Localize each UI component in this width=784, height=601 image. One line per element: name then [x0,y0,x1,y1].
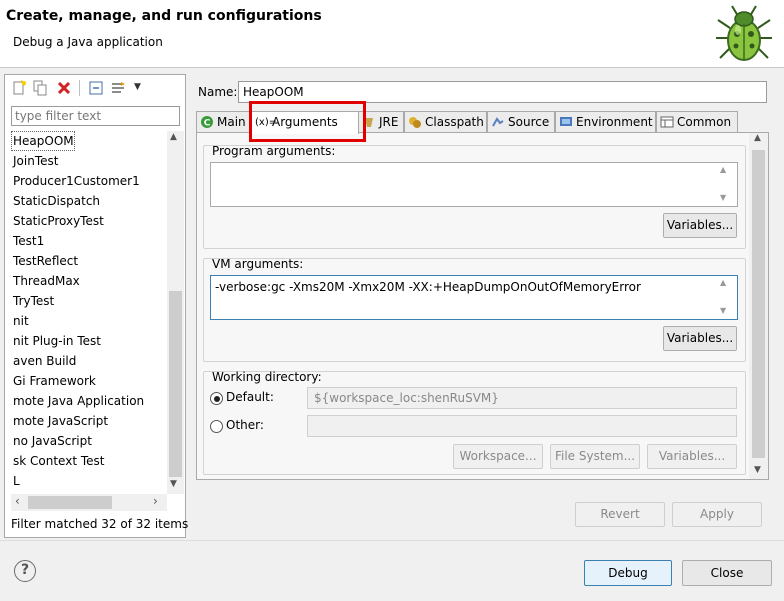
svg-text:C: C [204,119,211,129]
workspace-button[interactable]: Workspace... [453,444,543,469]
program-arguments-group: Program arguments: ▲ ▼ Variables... [203,144,746,249]
config-list-item[interactable]: HeapOOM [11,131,75,151]
close-button[interactable]: Close [682,560,772,586]
config-list-item[interactable]: Gi Framework [11,371,96,391]
config-list: HeapOOM JoinTest Producer1Customer1 StaticD… [11,131,167,492]
config-list-item[interactable]: StaticDispatch [11,191,100,211]
tab-common[interactable]: Common [656,111,738,133]
header-title: Create, manage, and run configurations [6,8,322,24]
config-list-item[interactable]: mote JavaScript [11,411,108,431]
scroll-up-icon[interactable]: ▲ [720,278,732,287]
scroll-down-icon[interactable]: ▼ [754,465,761,475]
scroll-down-icon[interactable]: ▼ [170,479,177,489]
program-variables-button[interactable]: Variables... [663,213,737,238]
environment-icon [559,115,573,129]
duplicate-icon[interactable] [32,80,48,96]
header-subtitle: Debug a Java application [13,35,163,49]
other-label: Other: [226,418,264,432]
tab-classpath[interactable]: Classpath [404,111,487,133]
directory-variables-button[interactable]: Variables... [647,444,737,469]
working-directory-label: Working directory: [212,370,322,384]
tab-environment[interactable]: Environment [555,111,656,133]
config-list-item[interactable]: Producer1Customer1 [11,171,140,191]
scroll-thumb[interactable] [752,150,765,458]
default-directory-field: ${workspace_loc:shenRuSVM} [307,387,737,409]
other-radio[interactable] [210,420,223,433]
scroll-right-icon[interactable]: › [153,494,158,508]
name-field[interactable] [238,81,767,103]
default-radio[interactable] [210,392,223,405]
tab-label: Common [677,115,732,129]
collapse-all-icon[interactable] [88,80,104,96]
bug-icon [712,2,776,66]
classpath-icon [408,115,422,129]
scroll-thumb[interactable] [169,291,182,477]
config-list-item[interactable]: nit [11,311,29,331]
config-list-item[interactable]: nit Plug-in Test [11,331,101,351]
vm-variables-button[interactable]: Variables... [663,326,737,351]
config-list-item[interactable]: ThreadMax [11,271,80,291]
annotation-highlight [249,101,366,142]
scroll-left-icon[interactable]: ‹ [15,494,20,508]
help-icon[interactable]: ? [14,560,36,582]
vm-arguments-label: VM arguments: [212,257,304,271]
config-list-item[interactable]: Test1 [11,231,44,251]
configuration-tree-panel: ▼ HeapOOMJoinTestProducer1Customer1Stati… [4,74,189,538]
tab-label: Main [217,115,246,129]
other-directory-field[interactable] [307,415,737,437]
scroll-up-icon[interactable]: ▲ [754,133,761,143]
config-list-item[interactable]: JoinTest [11,151,58,171]
config-list-item[interactable]: mote Java Application [11,391,144,411]
tree-vertical-scrollbar[interactable]: ▲ ▼ [167,131,184,494]
source-icon [491,115,505,129]
config-list-item[interactable]: no JavaScript [11,431,92,451]
filter-input[interactable] [11,106,180,126]
scroll-up-icon[interactable]: ▲ [170,132,177,142]
config-list-item[interactable]: L [11,471,20,491]
filter-icon[interactable] [111,80,127,96]
view-menu-icon[interactable]: ▼ [134,82,141,92]
tab-label: JRE [379,115,399,129]
file-system-button[interactable]: File System... [550,444,640,469]
working-directory-group: Working directory: Default: ${workspace_… [203,370,746,475]
revert-button[interactable]: Revert [575,502,665,527]
filter-status: Filter matched 32 of 32 items [11,517,189,531]
config-list-item[interactable]: TestReflect [11,251,78,271]
tab-label: Environment [576,115,653,129]
new-config-icon[interactable] [11,80,27,96]
content-vertical-scrollbar[interactable]: ▲ ▼ [749,133,768,479]
tab-label: Classpath [425,115,484,129]
config-list-item[interactable]: sk Context Test [11,451,104,471]
scroll-thumb[interactable] [28,496,112,509]
arguments-tab-content: Program arguments: ▲ ▼ Variables... VM a… [196,132,769,480]
program-arguments-field[interactable] [210,162,738,207]
scroll-down-icon[interactable]: ▼ [720,193,732,202]
config-list-item[interactable]: aven Build [11,351,76,371]
tab-source[interactable]: Source [487,111,555,133]
toolbar-separator [79,80,80,96]
vm-arguments-group: VM arguments: -verbose:gc -Xms20M -Xmx20… [203,257,746,362]
tree-toolbar: ▼ [5,75,185,101]
debug-button[interactable]: Debug [584,560,672,586]
name-label: Name: [198,85,238,99]
program-arguments-label: Program arguments: [212,144,336,158]
main-class-icon: C [200,115,214,129]
config-list-item[interactable]: StaticProxyTest [11,211,104,231]
default-label: Default: [226,390,274,404]
vm-arguments-field[interactable]: -verbose:gc -Xms20M -Xmx20M -XX:+HeapDum… [210,275,738,320]
separator [0,540,784,541]
common-icon [660,115,674,129]
apply-button[interactable]: Apply [672,502,762,527]
tree-horizontal-scrollbar[interactable]: ‹ › [11,494,167,511]
tab-main[interactable]: C Main [196,111,252,133]
dialog-header: Create, manage, and run configurations D… [0,0,784,68]
scroll-up-icon[interactable]: ▲ [720,165,732,174]
config-list-item[interactable]: TryTest [11,291,54,311]
scroll-down-icon[interactable]: ▼ [720,306,732,315]
delete-icon[interactable] [56,80,72,96]
tab-label: Source [508,115,550,129]
